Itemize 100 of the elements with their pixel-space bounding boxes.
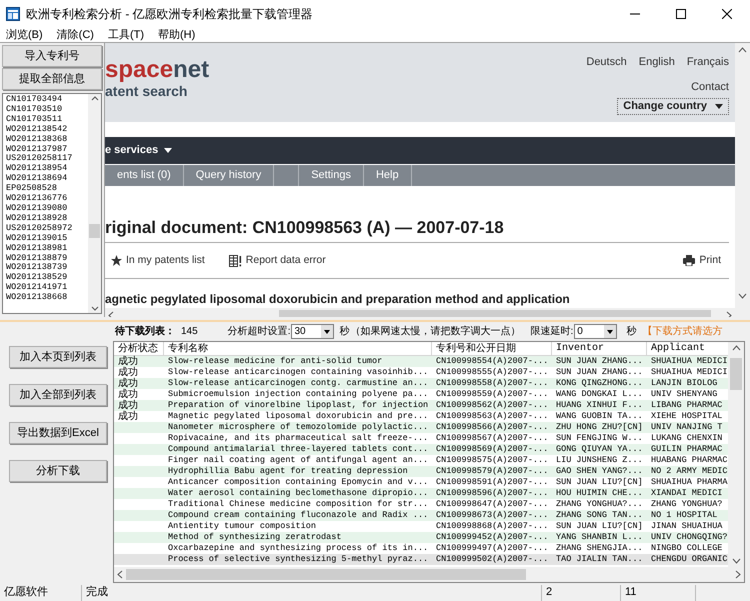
list-item[interactable]: WO2012141971 [6, 283, 88, 294]
table-cell-text: NINGBO COLLEGE [650, 543, 724, 554]
language-link[interactable]: Français [686, 54, 729, 70]
table-row[interactable]: Hydrophillia Babu agent for treating depression CN100998579(A)2007-... GAO SHEN YANG?... NO 2 ARMY MEDIC [114, 466, 728, 477]
vertical-scrollbar[interactable] [728, 342, 744, 567]
column-header[interactable]: Inventor [552, 342, 647, 355]
menu-item[interactable]: 工具(T) [108, 28, 144, 42]
timeout-select[interactable]: 30 [291, 324, 334, 339]
scroll-down-icon [732, 558, 740, 564]
column-header[interactable]: 专利号和公开日期 [432, 342, 552, 355]
contact-link[interactable]: Contact [691, 78, 729, 95]
table-cell-text: CN100998569(A)2007-... [435, 444, 550, 455]
table-cell-text: Finger nail coating agent of antifungal agent an... [167, 455, 430, 466]
print-link[interactable]: Print [683, 252, 721, 268]
horizontal-scrollbar[interactable] [114, 567, 744, 582]
table-cell-text: CN100998596(A)2007-... [435, 488, 550, 499]
list-item[interactable]: CN101703511 [6, 114, 88, 125]
menu-item[interactable]: 浏览(B) [6, 28, 43, 42]
table-cell-text: GONG QIUYAN YA... [555, 444, 644, 455]
table-cell-text: JINAN SHUAIHUA [650, 521, 724, 532]
delay-label: 限速延时: [530, 324, 574, 339]
table-row[interactable]: Compound antimalarial three-layered tablets cont... CN100998569(A)2007-... GONG QIUYAN YA... GUILIN PHARMAC [114, 444, 728, 455]
table-cell-text: Method of synthesizing zeratrodast [167, 532, 342, 543]
import-button[interactable]: 导入专利号 [2, 45, 102, 67]
scrollbar-thumb[interactable] [730, 358, 742, 390]
action-link[interactable]: In my patents list [111, 252, 205, 268]
list-item[interactable]: WO2012138529 [6, 273, 88, 284]
language-link[interactable]: English [638, 54, 675, 70]
table-row[interactable]: 成功 Slow-release medicine for anti-solid tumor CN100998554(A)2007-... SUN JUAN ZHANG... SHUAIHUA MEDICI [114, 356, 728, 367]
table-cell-text: Process of selective synthesizing 5-methyl pyraz... [167, 554, 430, 565]
scrollbar-thumb[interactable] [89, 224, 100, 238]
menu-item[interactable]: 帮助(H) [158, 28, 196, 42]
list-item[interactable]: WO2012138368 [6, 134, 88, 145]
timeout-label: 分析超时设置: [228, 324, 290, 339]
table-cell-text: UNIV CHONGQING? [650, 532, 729, 543]
column-header[interactable]: 分析状态 [114, 342, 164, 355]
action-button[interactable]: 加入本页到列表 [9, 346, 107, 368]
list-item[interactable]: US20120258972 [6, 224, 88, 234]
list-item[interactable]: WO2012138879 [6, 254, 88, 264]
notice-text: 【下载方式请选方 [642, 324, 722, 339]
queue-label: 待下载列表： [115, 324, 175, 339]
delay-select[interactable]: 0 [574, 324, 618, 339]
table-cell-text: 成功 [117, 367, 139, 378]
list-item[interactable]: CN101703510 [6, 104, 88, 115]
list-item[interactable]: CN101703494 [6, 95, 88, 105]
table-cell-text: KONG QINGZHONG... [555, 378, 644, 389]
table-cell-text: SUN JUAN LIU?[CN] [555, 521, 644, 532]
table-cell-text: GUILIN PHARMAC [650, 444, 724, 455]
table-cell-text: CN100998563(A)2007-... [435, 411, 550, 422]
table-cell-text: XIEHE HOSPITAL [650, 411, 724, 422]
list-item[interactable]: EP02508528 [6, 184, 88, 194]
caret-icon [604, 325, 616, 338]
scrollbar[interactable] [88, 94, 101, 313]
table-row[interactable]: 成功 Slow-release anticarcinogen contg. carmustine an... CN100998558(A)2007-... KONG QINGZHONG... LANJIN BIOLOG [114, 378, 728, 389]
patent-number-list[interactable] [2, 93, 102, 314]
action-button[interactable]: 导出数据到Excel [9, 422, 107, 444]
table-cell-text: Anticancer composition containing Epomycin and v... [167, 477, 430, 488]
table-cell-text: CN100998559(A)2007-... [435, 389, 550, 400]
change-country-dropdown[interactable]: Change country [617, 98, 729, 115]
services-menu[interactable]: e services [105, 142, 172, 159]
import-button[interactable]: 提取全部信息 [2, 68, 102, 90]
table-row[interactable]: Compound cream containing fluconazole and Radix ... CN100998673(A)2007-... ZHANG SONG TAN... NO 1 HOSPITAL [114, 510, 728, 521]
list-item[interactable]: WO2012138954 [6, 164, 88, 174]
app-icon [6, 7, 20, 21]
table-row[interactable]: 成功 Preparation of vinorelbine lipoplast, for injection CN100998562(A)2007-... HUANG XINHUI F... LIBANG PHARMAC [114, 400, 728, 411]
list-item[interactable]: WO2012138542 [6, 124, 88, 135]
status-text: 完成 [82, 585, 542, 601]
list-item[interactable]: WO2012138981 [6, 244, 88, 254]
table-cell-text: HUANG XINHUI F... [555, 400, 644, 411]
table-cell-text: Slow-release medicine for anti-solid tumor [167, 356, 384, 367]
table-cell-text: CN100998558(A)2007-... [435, 378, 550, 389]
action-button[interactable]: 加入全部到列表 [9, 384, 107, 406]
scroll-right-icon [735, 570, 741, 579]
table-row[interactable]: Process of selective synthesizing 5-methyl pyraz... CN100999502(A)2007-... TAO JIALIN TAN... CHENGDU ORGANIC [114, 554, 728, 565]
language-link[interactable]: Deutsch [586, 54, 627, 70]
list-item[interactable]: WO2012136776 [6, 194, 88, 204]
table-cell-text: ZHANG SHENGJIA... [555, 543, 644, 554]
table-row[interactable]: Water aerosol containing beclomethasone dipropio... CN100998596(A)2007-... HOU HUIMIN CHE... XIANDAI MEDICI [114, 488, 728, 499]
list-item[interactable]: WO2012137987 [6, 144, 88, 154]
vertical-scrollbar[interactable] [735, 43, 750, 317]
table-cell-text: SHUAIHUA MEDICI [650, 356, 729, 367]
table-cell-text: WANG DONGKAI L... [555, 389, 644, 400]
action-button[interactable]: 分析下载 [9, 460, 107, 482]
table-row[interactable]: Method of synthesizing zeratrodast CN100999452(A)2007-... YANG SHANBIN L... UNIV CHONGQING? [114, 532, 728, 543]
list-item[interactable]: WO2012138928 [6, 214, 88, 224]
list-item[interactable]: WO2012139080 [6, 204, 88, 214]
table-cell-text: XIANDAI MEDICI [650, 488, 724, 499]
list-item[interactable]: WO2012138739 [6, 263, 88, 274]
table-cell-text: ZHANG SONG TAN... [555, 510, 644, 521]
table-cell-text: CN100998673(A)2007-... [435, 510, 550, 521]
list-item[interactable]: WO2012138668 [6, 293, 88, 304]
list-item[interactable]: WO2012138694 [6, 174, 88, 184]
list-item[interactable]: WO2012139015 [6, 234, 88, 244]
list-item[interactable]: US20120258117 [6, 154, 88, 164]
action-link[interactable]: Report data error [228, 252, 326, 268]
column-header[interactable]: 专利名称 [164, 342, 432, 355]
table-cell-text: CN100998567(A)2007-... [435, 433, 550, 444]
table-row[interactable]: Nanometer microsphere of temozolomide polylactic... CN100998566(A)2007-... ZHU HONG ZHU?[CN] UNIV NANJING T [114, 422, 728, 433]
menu-item[interactable]: 清除(C) [56, 28, 94, 42]
scrollbar-thumb[interactable] [126, 569, 526, 580]
